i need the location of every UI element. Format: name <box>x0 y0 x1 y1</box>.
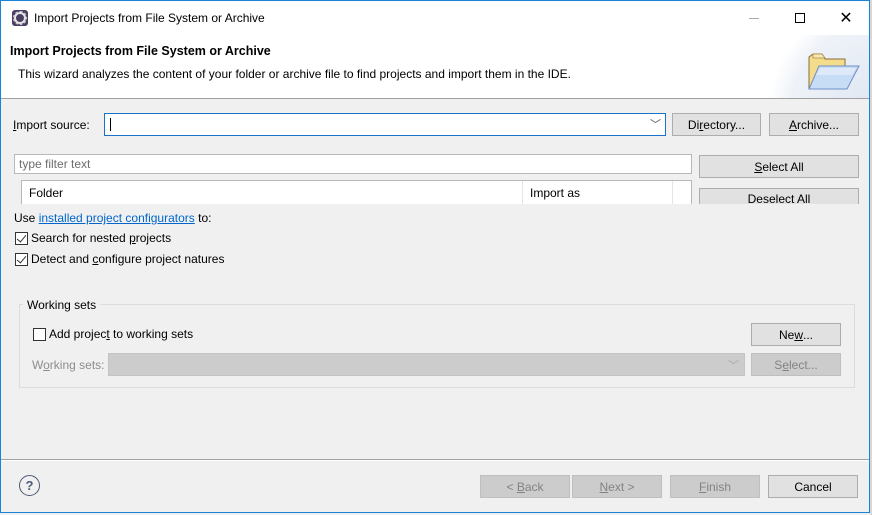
open-folder-icon <box>808 53 860 90</box>
btn-text: ... <box>803 327 814 342</box>
import-wizard-dialog: Import Projects from File System or Arch… <box>0 0 870 513</box>
window-title: Import Projects from File System or Arch… <box>34 11 265 25</box>
column-header-import-as[interactable]: Import as <box>523 181 673 205</box>
btn-text: ectory... <box>703 117 746 132</box>
mnemonic: N <box>599 479 609 494</box>
footer-separator-highlight <box>1 460 869 461</box>
finish-button[interactable]: Finish <box>670 475 760 498</box>
import-source-label: Import source: <box>13 118 90 132</box>
mnemonic: o <box>43 358 50 372</box>
import-source-combo[interactable]: ﹀ <box>104 113 666 136</box>
clip-edge <box>1 204 869 206</box>
add-to-working-sets-label[interactable]: Add project to working sets <box>49 327 193 341</box>
text-caret <box>110 118 111 131</box>
wizard-page-title: Import Projects from File System or Arch… <box>10 44 271 58</box>
text: rking sets: <box>49 358 105 372</box>
minimize-icon <box>749 17 759 19</box>
maximize-button[interactable] <box>777 1 823 35</box>
help-button[interactable]: ? <box>19 475 40 496</box>
mnemonic: p <box>129 231 136 245</box>
add-to-working-sets-checkbox[interactable] <box>33 328 46 341</box>
text: to: <box>194 211 212 225</box>
installed-configurators-link[interactable]: installed project configurators <box>39 211 195 225</box>
filter-field[interactable] <box>14 154 692 174</box>
eclipse-app-icon <box>12 10 28 26</box>
text: onfigure project natures <box>98 252 225 266</box>
close-button[interactable]: ✕ <box>823 1 869 35</box>
directory-button[interactable]: Di r ectory... <box>672 113 761 136</box>
text: rojects <box>135 231 172 245</box>
working-sets-label: Working sets: <box>32 358 104 372</box>
text: Add projec <box>49 327 107 341</box>
column-header-folder[interactable]: Folder <box>22 181 523 205</box>
new-working-set-button[interactable]: Ne w... <box>751 323 841 346</box>
working-sets-group-title: Working sets <box>23 298 101 312</box>
back-button[interactable]: < Back <box>480 475 570 498</box>
detect-natures-checkbox[interactable] <box>15 253 28 266</box>
cancel-button[interactable]: Cancel <box>768 475 858 498</box>
select-working-sets-button[interactable]: Se lect... <box>751 353 841 376</box>
mnemonic: F <box>698 479 707 494</box>
question-mark-icon: ? <box>25 478 34 493</box>
btn-text: < <box>506 479 517 494</box>
detect-natures-label[interactable]: Detect and configure project natures <box>31 252 224 266</box>
wizard-banner: Import Projects from File System or Arch… <box>1 35 869 99</box>
close-icon: ✕ <box>839 10 853 27</box>
mnemonic: A <box>788 117 797 132</box>
next-button[interactable]: Next > <box>572 475 662 498</box>
chevron-down-icon[interactable]: ﹀ <box>728 357 739 373</box>
text: Search for nested <box>31 231 130 245</box>
btn-text: elect All <box>762 159 804 174</box>
text: W <box>32 358 44 372</box>
select-all-button[interactable]: Select All <box>699 155 859 178</box>
mnemonic: S <box>754 159 763 174</box>
btn-text: lect... <box>789 357 818 372</box>
btn-text: ack <box>524 479 544 494</box>
search-nested-checkbox[interactable] <box>15 232 28 245</box>
filter-input[interactable] <box>15 155 691 173</box>
text: Use <box>14 211 39 225</box>
chevron-down-icon[interactable]: ﹀ <box>650 116 661 132</box>
search-nested-label[interactable]: Search for nested projects <box>31 231 171 245</box>
text: Detect and <box>31 252 93 266</box>
minimize-button[interactable] <box>731 1 777 35</box>
mnemonic: w <box>794 327 803 342</box>
btn-text: rchive... <box>797 117 840 132</box>
configurators-text: Use installed project configurators to: <box>14 211 211 225</box>
text: to working sets <box>109 327 194 341</box>
mnemonic: e <box>782 357 789 372</box>
btn-text: S <box>774 357 783 372</box>
mnemonic: B <box>516 479 525 494</box>
label-text: mport source: <box>16 118 90 132</box>
btn-text: Ne <box>778 327 795 342</box>
archive-button[interactable]: Archive... <box>769 113 859 136</box>
btn-text: ext > <box>608 479 635 494</box>
projects-table[interactable]: Folder Import as <box>21 180 692 205</box>
btn-text: Di <box>687 117 700 132</box>
wizard-page-description: This wizard analyzes the content of your… <box>18 67 571 81</box>
title-bar: Import Projects from File System or Arch… <box>1 1 869 35</box>
working-sets-combo[interactable]: ﹀ <box>108 353 745 376</box>
maximize-icon <box>795 13 805 23</box>
btn-text: inish <box>706 479 732 494</box>
